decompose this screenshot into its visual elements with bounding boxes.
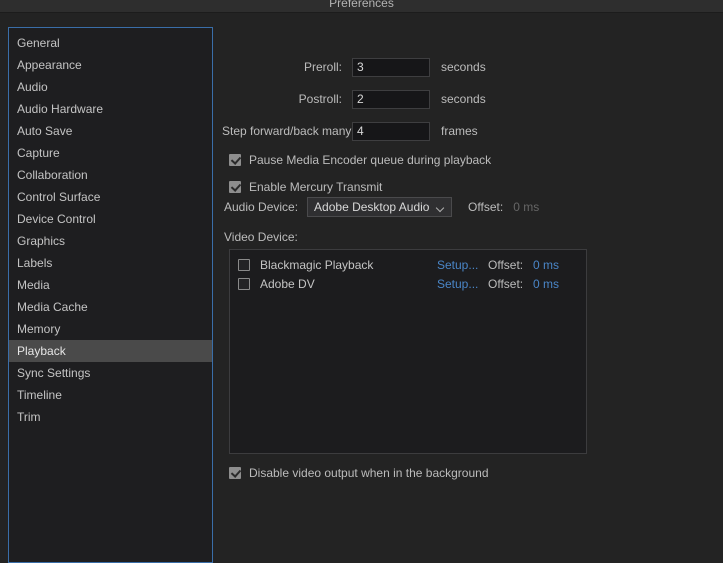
playback-settings-panel: Preroll: seconds Postroll: seconds Step … <box>222 27 712 563</box>
sidebar-item-label: Sync Settings <box>17 366 91 380</box>
sidebar-item-label: Control Surface <box>17 190 101 204</box>
sidebar-item-memory[interactable]: Memory <box>9 318 212 340</box>
preroll-label: Preroll: <box>303 60 342 74</box>
sidebar-item-label: Audio Hardware <box>17 102 104 116</box>
sidebar-item-label: Collaboration <box>17 168 88 182</box>
sidebar-item-label: General <box>17 36 60 50</box>
disable-video-output-label: Disable video output when in the backgro… <box>249 466 489 480</box>
sidebar-item-label: Appearance <box>17 58 82 72</box>
sidebar-item-audio-hardware[interactable]: Audio Hardware <box>9 98 212 120</box>
sidebar-item-label: Trim <box>17 410 41 424</box>
sidebar-item-media[interactable]: Media <box>9 274 212 296</box>
video-device-offset-value[interactable]: 0 ms <box>533 258 559 272</box>
preroll-unit: seconds <box>441 60 486 74</box>
preroll-input[interactable] <box>352 57 430 77</box>
video-device-offset-value[interactable]: 0 ms <box>533 277 559 291</box>
sidebar-item-collaboration[interactable]: Collaboration <box>9 164 212 186</box>
sidebar-item-timeline[interactable]: Timeline <box>9 384 212 406</box>
pause-media-encoder-row[interactable]: Pause Media Encoder queue during playbac… <box>229 152 491 168</box>
sidebar-item-label: Capture <box>17 146 60 160</box>
disable-video-output-row[interactable]: Disable video output when in the backgro… <box>229 465 489 481</box>
video-device-rows: Blackmagic Playback Setup... Offset: 0 ms Ad… <box>230 250 586 293</box>
sidebar-item-playback[interactable]: Playback <box>9 340 212 362</box>
chevron-down-icon <box>437 205 444 209</box>
step-forward-back-row: Step forward/back many: frames <box>222 121 622 141</box>
preferences-dialog-body: General Appearance Audio Audio Hardware Auto… <box>0 13 723 563</box>
step-forward-back-input[interactable] <box>352 121 430 141</box>
audio-device-offset-label: Offset: <box>468 200 504 214</box>
sidebar-item-label: Auto Save <box>17 124 73 138</box>
preroll-row: Preroll: seconds <box>222 57 622 77</box>
postroll-unit: seconds <box>441 92 486 106</box>
video-device-offset-label: Offset: <box>488 257 524 272</box>
video-device-checkbox[interactable] <box>238 258 250 271</box>
audio-device-select[interactable]: Adobe Desktop Audio <box>307 197 453 217</box>
disable-video-output-checkbox[interactable] <box>229 467 241 479</box>
sidebar-item-label: Media Cache <box>17 300 88 314</box>
pause-media-encoder-label: Pause Media Encoder queue during playbac… <box>249 153 492 167</box>
sidebar-item-label: Device Control <box>17 212 96 226</box>
enable-mercury-transmit-checkbox[interactable] <box>229 181 241 193</box>
sidebar-item-auto-save[interactable]: Auto Save <box>9 120 212 142</box>
sidebar-item-appearance[interactable]: Appearance <box>9 54 212 76</box>
enable-mercury-transmit-label: Enable Mercury Transmit <box>249 180 383 194</box>
step-forward-back-unit: frames <box>441 124 478 138</box>
sidebar-item-device-control[interactable]: Device Control <box>9 208 212 230</box>
video-device-name: Blackmagic Playback <box>260 257 374 272</box>
sidebar-item-media-cache[interactable]: Media Cache <box>9 296 212 318</box>
sidebar-item-capture[interactable]: Capture <box>9 142 212 164</box>
video-device-row[interactable]: Blackmagic Playback Setup... Offset: 0 ms <box>230 255 586 274</box>
audio-device-offset-value: 0 ms <box>513 200 540 214</box>
sidebar-item-trim[interactable]: Trim <box>9 406 212 428</box>
window-title: Preferences <box>329 0 394 10</box>
sidebar-item-label: Playback <box>17 344 66 358</box>
video-device-label: Video Device: <box>224 230 298 244</box>
sidebar-item-audio[interactable]: Audio <box>9 76 212 98</box>
video-device-setup-link[interactable]: Setup... <box>437 258 478 272</box>
video-device-setup-link[interactable]: Setup... <box>437 277 478 291</box>
postroll-row: Postroll: seconds <box>222 89 622 109</box>
sidebar-item-graphics[interactable]: Graphics <box>9 230 212 252</box>
video-device-checkbox[interactable] <box>238 277 250 290</box>
audio-device-row: Audio Device: Adobe Desktop Audio Offset… <box>224 197 539 217</box>
video-device-list[interactable]: Blackmagic Playback Setup... Offset: 0 ms Ad… <box>229 249 587 454</box>
video-device-name: Adobe DV <box>260 276 315 291</box>
sidebar-item-label: Audio <box>17 80 48 94</box>
postroll-label: Postroll: <box>298 92 342 106</box>
sidebar-item-label: Labels <box>17 256 53 270</box>
enable-mercury-transmit-row[interactable]: Enable Mercury Transmit <box>229 179 382 195</box>
preferences-category-sidebar[interactable]: General Appearance Audio Audio Hardware Auto… <box>8 27 213 563</box>
sidebar-item-control-surface[interactable]: Control Surface <box>9 186 212 208</box>
audio-device-selected-value: Adobe Desktop Audio <box>314 200 430 214</box>
sidebar-item-general[interactable]: General <box>9 32 212 54</box>
step-forward-back-label: Step forward/back many: <box>222 124 355 138</box>
pause-media-encoder-checkbox[interactable] <box>229 154 241 166</box>
sidebar-item-label: Timeline <box>17 388 62 402</box>
sidebar-list: General Appearance Audio Audio Hardware Auto… <box>9 32 212 428</box>
sidebar-item-label: Graphics <box>17 234 66 248</box>
sidebar-item-sync-settings[interactable]: Sync Settings <box>9 362 212 384</box>
audio-device-label: Audio Device: <box>224 200 299 214</box>
video-device-offset-label: Offset: <box>488 276 524 291</box>
sidebar-item-label: Memory <box>17 322 61 336</box>
video-device-row[interactable]: Adobe DV Setup... Offset: 0 ms <box>230 274 586 293</box>
sidebar-item-label: Media <box>17 278 50 292</box>
sidebar-item-labels[interactable]: Labels <box>9 252 212 274</box>
window-titlebar: Preferences <box>0 0 723 13</box>
postroll-input[interactable] <box>352 89 430 109</box>
